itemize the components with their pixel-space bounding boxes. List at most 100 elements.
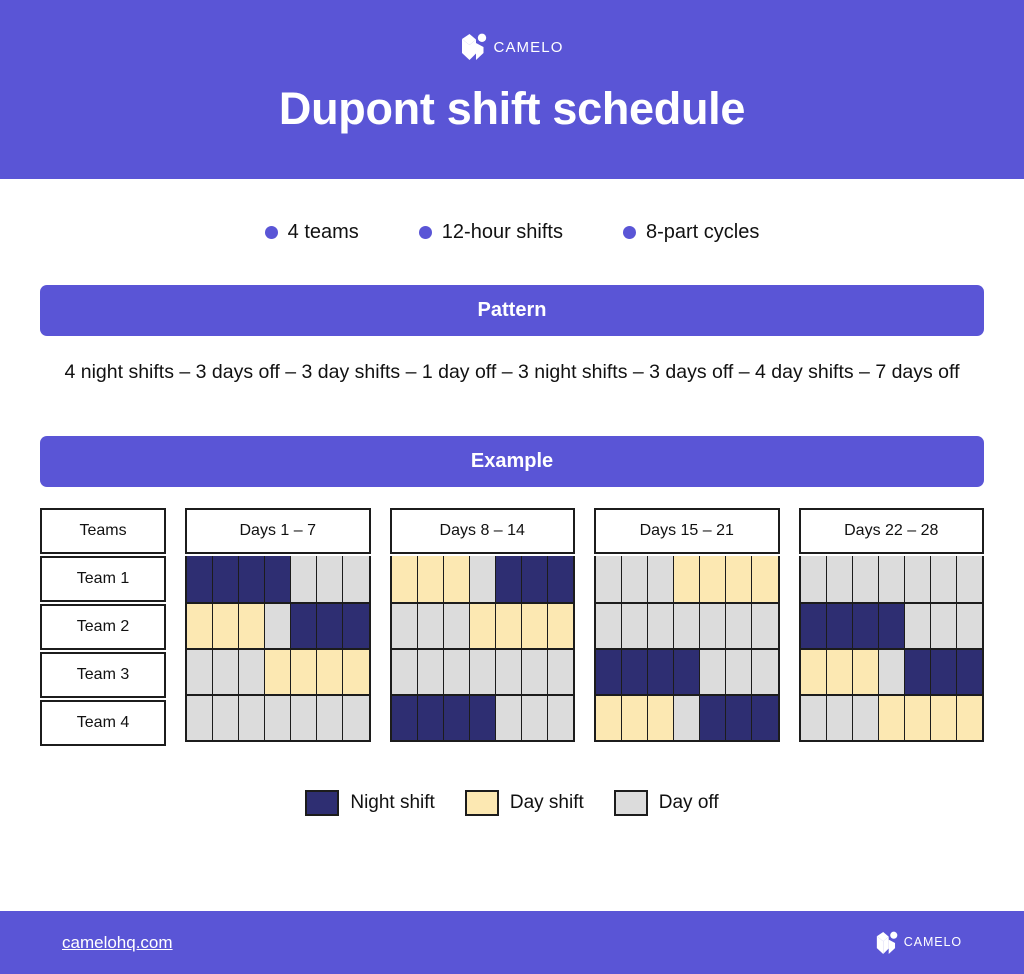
- schedule-row: [800, 648, 983, 694]
- legend-swatch-night-icon: [305, 790, 340, 816]
- shift-cell-o: [547, 650, 574, 694]
- shift-cell-n: [495, 556, 522, 602]
- feature-item-cycles: 8-part cycles: [622, 221, 760, 244]
- legend: Night shift Day shift Day off: [0, 790, 1024, 816]
- feature-item-teams: 4 teams: [264, 221, 359, 244]
- shift-cell-n: [674, 650, 701, 694]
- shift-cell-n: [826, 604, 853, 648]
- shift-cell-d: [291, 650, 318, 694]
- schedule-row: [800, 602, 983, 648]
- teams-column-header: Teams: [40, 508, 166, 554]
- shift-cell-d: [800, 650, 827, 694]
- shift-cell-n: [521, 556, 548, 602]
- shift-cell-o: [391, 604, 418, 648]
- page-title: Dupont shift schedule: [278, 83, 746, 134]
- shift-cell-n: [291, 604, 318, 648]
- feature-label: 8-part cycles: [645, 221, 760, 243]
- week-body: [185, 556, 371, 742]
- brand-logo: CAMELO: [461, 32, 564, 62]
- week-header: Days 8 – 14: [389, 508, 575, 554]
- shift-cell-o: [752, 650, 778, 694]
- week-header: Days 15 – 21: [594, 508, 780, 554]
- shift-cell-d: [648, 696, 675, 740]
- shift-cell-d: [239, 604, 266, 648]
- team-row-label: Team 1: [40, 556, 166, 602]
- shift-cell-o: [391, 650, 418, 694]
- shift-cell-d: [547, 604, 574, 648]
- week-block-3: Days 15 – 21: [594, 508, 780, 742]
- shift-cell-o: [187, 696, 214, 740]
- shift-cell-d: [521, 604, 548, 648]
- week-body: [798, 556, 984, 742]
- shift-cell-n: [317, 604, 344, 648]
- shift-cell-o: [674, 604, 701, 648]
- shift-cell-o: [956, 604, 983, 648]
- page-header: CAMELO Dupont shift schedule: [0, 0, 1024, 179]
- legend-item-day-shift: Day shift: [464, 790, 584, 816]
- shift-cell-d: [904, 696, 931, 740]
- shift-cell-d: [622, 696, 649, 740]
- shift-cell-o: [239, 696, 266, 740]
- shift-cell-o: [930, 604, 957, 648]
- shift-cell-n: [904, 650, 931, 694]
- legend-label: Day off: [658, 792, 719, 813]
- schedule-row: [391, 602, 574, 648]
- shift-cell-o: [826, 696, 853, 740]
- shift-cell-n: [800, 604, 827, 648]
- pattern-banner: Pattern: [40, 285, 984, 336]
- shift-cell-o: [904, 556, 931, 602]
- footer-website-link[interactable]: camelohq.com: [62, 933, 173, 953]
- shift-cell-d: [443, 556, 470, 602]
- shift-cell-n: [752, 696, 778, 740]
- shift-cell-o: [878, 556, 905, 602]
- feature-list: 4 teams 12-hour shifts 8-part cycles: [0, 221, 1024, 244]
- shift-cell-n: [622, 650, 649, 694]
- shift-cell-d: [956, 696, 983, 740]
- legend-label: Night shift: [350, 792, 435, 813]
- schedule-row: [800, 556, 983, 602]
- shift-cell-d: [391, 556, 418, 602]
- shift-cell-o: [495, 650, 522, 694]
- shift-cell-o: [726, 604, 753, 648]
- shift-cell-d: [700, 556, 727, 602]
- schedule-row: [596, 602, 778, 648]
- week-header: Days 1 – 7: [185, 508, 371, 554]
- shift-cell-o: [417, 650, 444, 694]
- shift-cell-d: [417, 556, 444, 602]
- shift-cell-o: [596, 556, 623, 602]
- shift-cell-n: [930, 650, 957, 694]
- shift-cell-o: [826, 556, 853, 602]
- feature-label: 4 teams: [287, 221, 359, 243]
- shift-cell-d: [343, 650, 369, 694]
- shift-cell-o: [317, 696, 344, 740]
- shift-cell-n: [852, 604, 879, 648]
- shift-cell-o: [265, 696, 292, 740]
- shift-cell-o: [547, 696, 574, 740]
- shift-cell-o: [343, 556, 369, 602]
- brand-name: CAMELO: [903, 935, 962, 950]
- shift-cell-o: [800, 696, 827, 740]
- shift-cell-o: [852, 696, 879, 740]
- shift-cell-o: [904, 604, 931, 648]
- shift-cell-o: [521, 650, 548, 694]
- shift-cell-n: [417, 696, 444, 740]
- team-row-label: Team 3: [40, 652, 166, 698]
- shift-cell-d: [596, 696, 623, 740]
- feature-label: 12-hour shifts: [441, 221, 563, 243]
- schedule-row: [596, 648, 778, 694]
- week-body: [389, 556, 575, 742]
- shift-cell-d: [878, 696, 905, 740]
- shift-cell-o: [726, 650, 753, 694]
- shift-cell-d: [495, 604, 522, 648]
- schedule-row: [800, 694, 983, 740]
- week-body: [594, 556, 780, 742]
- shift-cell-o: [852, 556, 879, 602]
- shift-cell-o: [417, 604, 444, 648]
- shift-cell-n: [956, 650, 983, 694]
- shift-cell-o: [700, 650, 727, 694]
- shift-cell-o: [343, 696, 369, 740]
- shift-cell-o: [622, 556, 649, 602]
- shift-cell-o: [648, 604, 675, 648]
- shift-cell-o: [317, 556, 344, 602]
- footer-brand-logo: CAMELO: [876, 931, 962, 955]
